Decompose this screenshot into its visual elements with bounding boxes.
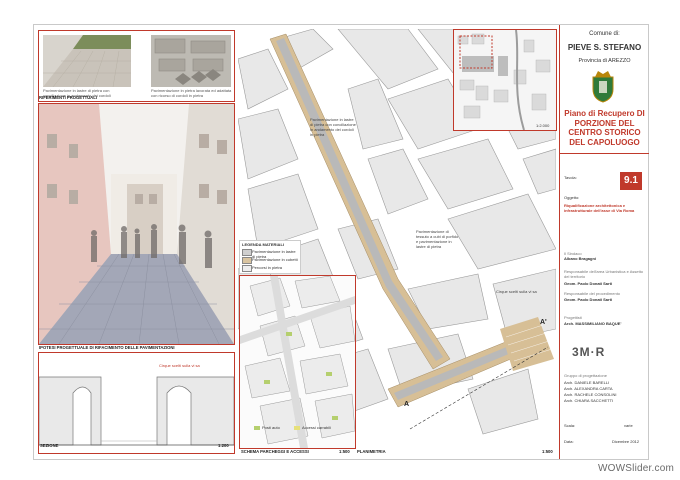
oggetto-text: Riqualificazione architettonica e infras… <box>564 203 635 213</box>
schema-legend-swatch-1 <box>254 426 260 430</box>
data-value: Dicembre 2012 <box>612 439 640 444</box>
location-inset: 1:2.000 <box>453 29 557 131</box>
legend-item-2: Pavimentazione in cubetti <box>252 257 298 262</box>
legend-title: LEGENDA MATERIALI <box>242 242 284 247</box>
firm-logo: 3M·R <box>572 345 606 359</box>
sezione-title: SEZIONE <box>40 443 59 448</box>
progettista-name: Arch. MASSIMILIANO BAQUE' <box>564 321 622 326</box>
plan-note-3: Cirque scelti sulla vi sa <box>496 289 537 294</box>
comune-label: Comune di: <box>589 31 620 37</box>
gruppo-member: Arch. ALEXANDRA CARTA <box>564 386 613 391</box>
plan-note-1: Pavimentazione in lastre di pietra con c… <box>310 117 356 137</box>
tavola-number: 9.1 <box>624 175 638 186</box>
schema-scale: 1:500 <box>339 449 350 454</box>
reference-photo-right <box>151 35 231 87</box>
section-mark-a-prime: A' <box>540 319 547 326</box>
gruppo-label: Gruppo di progettazione <box>564 373 607 378</box>
oggetto-label: Oggetto: <box>564 195 580 200</box>
legend-swatch-2 <box>242 257 252 264</box>
provincia-label: Provincia di AREZZO <box>578 58 631 64</box>
reference-photos-frame: Pavimentazione in lastre di pietra con c… <box>38 30 235 102</box>
scala-label: Scala: <box>564 423 576 428</box>
materials-legend: LEGENDA MATERIALI Pavimentazione in last… <box>239 240 301 274</box>
watermark: WOWSlider.com <box>598 463 674 474</box>
planimetria-scale: 1:500 <box>542 449 553 454</box>
section-mark-a: A <box>404 401 410 408</box>
progettisti-label: Progettisti <box>564 315 582 320</box>
legend-swatch-3 <box>242 265 252 272</box>
gruppo-member: Arch. RACHELE CONSOLINI <box>564 392 617 397</box>
schema-title: SCHEMA PARCHEGGI E ACCESSI <box>241 449 309 454</box>
schema-legend-item-1: Posti auto <box>262 425 280 430</box>
schema-legend-item-2: Accessi carrabili <box>302 425 331 430</box>
sezione-scale: 1:200 <box>218 443 229 448</box>
street-render <box>38 103 235 345</box>
gruppo-member: Arch. CHIARA SACCHETTI <box>564 398 614 403</box>
section-annotation: Cirque scelti sulla vi sa <box>159 363 200 368</box>
data-label: Data: <box>564 439 574 444</box>
drawing-sheet: Pavimentazione in lastre di pietra con c… <box>33 24 649 460</box>
tavola-number-box: 9.1 <box>620 172 642 190</box>
reference-caption-right: Pavimentazione in pietra lavorata ed ada… <box>151 88 232 98</box>
resp-proc-name: Geom. Paolo Donati Sarti <box>564 297 613 302</box>
legend-swatch-1 <box>242 249 252 256</box>
resp-area-name: Geom. Paolo Donati Sarti <box>564 281 613 286</box>
section-frame: Cirque scelti sulla vi sa <box>38 352 235 454</box>
resp-proc-label: Responsabile del procedimento <box>564 291 621 296</box>
legend-item-3: Percorsi in pietra <box>252 265 283 270</box>
reference-photo-left <box>43 35 131 87</box>
resp-area-label: Responsabile dell'area Urbanistica e Ass… <box>564 269 644 279</box>
schema-legend-swatch-2 <box>294 426 300 430</box>
ipotesi-title: IPOTESI PROGETTUALE DI RIFACIMENTO DELLE… <box>39 345 175 350</box>
riferimenti-title: RIFERIMENTI PROGETTUALI <box>39 95 97 100</box>
sindaco-name: Albano Bragagni <box>564 256 597 261</box>
coat-of-arms-icon <box>590 69 616 103</box>
plan-title: Piano di Recupero DI PORZIONE DEL CENTRO… <box>564 109 645 147</box>
gruppo-member: Arch. DANIELE BARELLI <box>564 380 610 385</box>
scala-value: varie <box>624 423 633 428</box>
town-name: PIEVE S. STEFANO <box>567 43 642 52</box>
title-block: Comune di: PIEVE S. STEFANO Provincia di… <box>559 25 649 459</box>
plan-note-2: Pavimentazione di tessuto a cubi di porf… <box>416 229 459 249</box>
parking-schema: Posti auto Accessi carrabili <box>239 275 356 449</box>
planimetria-title: PLANIMETRIA <box>357 449 386 454</box>
title-divider <box>560 153 649 154</box>
inset-scale: 1:2.000 <box>536 123 550 128</box>
